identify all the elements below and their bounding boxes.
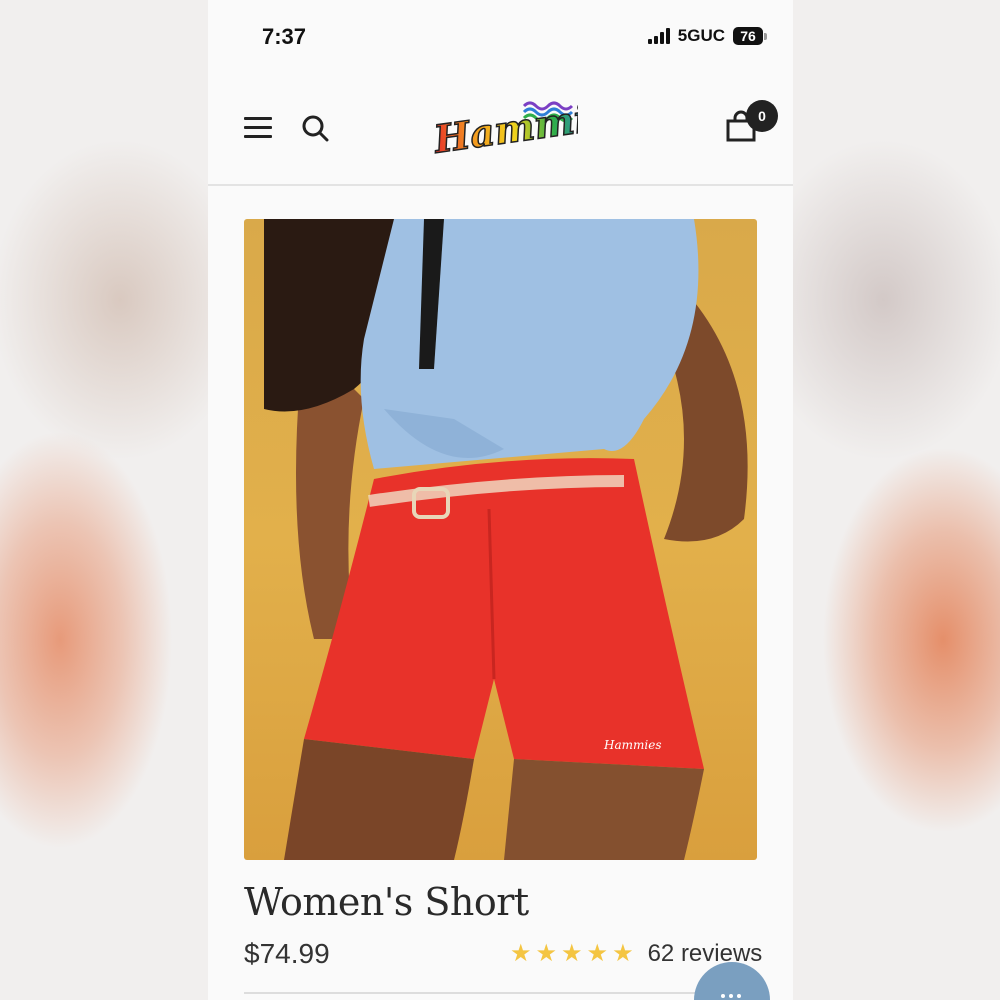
svg-text:Hammies: Hammies: [430, 92, 578, 162]
product-image[interactable]: Hammies: [244, 219, 757, 860]
product-price: $74.99: [244, 938, 330, 969]
product-title: Women's Short: [244, 880, 529, 924]
blurred-background-right: [793, 0, 1000, 1000]
blurred-background-left: [0, 0, 208, 1000]
cart-count-badge[interactable]: 0: [746, 100, 778, 132]
star-icon: ★: [510, 940, 532, 967]
battery-level: 76: [733, 27, 763, 45]
svg-text:Hammies: Hammies: [603, 738, 661, 752]
star-icon: ★: [612, 940, 634, 967]
site-header: Hammies 0: [208, 80, 793, 186]
product-photo-illustration: Hammies: [264, 219, 748, 860]
status-indicators: 5GUC 76: [647, 26, 767, 46]
status-time: 7:37: [262, 24, 307, 49]
divider: [244, 992, 757, 994]
star-icon: ★: [561, 940, 583, 967]
phone-screen: 7:37 5GUC 76 Hammies 0 Hammies Women's S…: [208, 0, 793, 1000]
battery-icon: 76: [733, 27, 767, 45]
cellular-signal-icon: [647, 28, 670, 44]
chat-icon: [721, 994, 741, 998]
star-icon: ★: [586, 940, 609, 967]
menu-icon[interactable]: [244, 117, 272, 139]
search-icon[interactable]: [301, 114, 329, 142]
star-icon: ★: [535, 940, 558, 967]
network-type: 5GUC: [677, 26, 725, 45]
hammies-logo[interactable]: Hammies: [428, 92, 578, 162]
